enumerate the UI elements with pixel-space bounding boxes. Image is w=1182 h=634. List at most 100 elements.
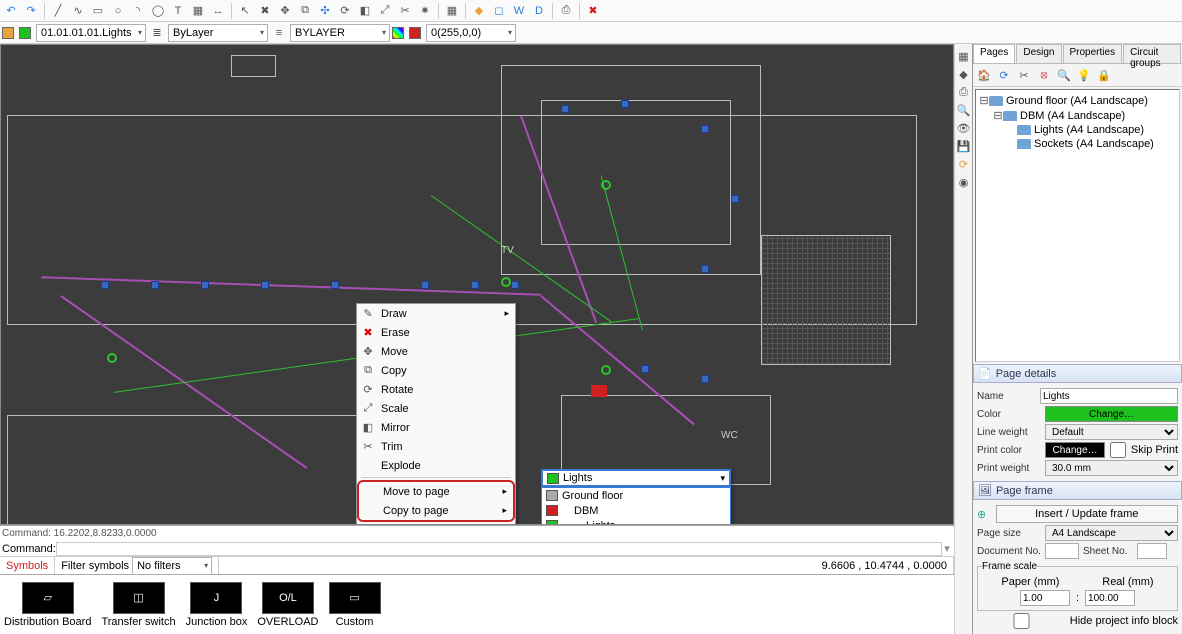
dock-eye-icon[interactable]: 👁 (956, 120, 972, 136)
page-tree[interactable]: ⊟Ground floor (A4 Landscape)⊟DBM (A4 Lan… (975, 89, 1180, 362)
pan-tool-icon[interactable]: ✣ (316, 2, 334, 20)
trim-tool-icon[interactable]: ✂ (396, 2, 414, 20)
page-option-dbm[interactable]: DBM (542, 503, 730, 518)
ctx-copy-to-page[interactable]: Copy to page▸ (359, 501, 513, 520)
ctx-rotate[interactable]: ⟳Rotate (357, 380, 515, 399)
linetype-combo[interactable]: ByLayer (168, 24, 268, 42)
tree-node[interactable]: Sockets (A4 Landscape) (979, 137, 1176, 151)
insert-frame-button[interactable]: Insert / Update frame (996, 505, 1178, 523)
ctx-copy[interactable]: ⧉Copy (357, 361, 515, 380)
dimension-tool-icon[interactable]: ↔ (209, 2, 227, 20)
print-color-button[interactable]: Change… (1045, 442, 1105, 458)
command-history: Command: 16.2202,8.8233,0.0000 (0, 526, 954, 541)
dock-zoom-icon[interactable]: 🔍 (956, 102, 972, 118)
ctx-explode[interactable]: Explode (357, 456, 515, 475)
page-select-combo[interactable]: Lights ▾ (541, 469, 731, 487)
filter-combo[interactable]: No filters (132, 557, 212, 575)
page-option-lights[interactable]: Lights (542, 518, 730, 525)
symbol-overload[interactable]: O/LOVERLOAD (257, 582, 318, 628)
tree-delete-icon[interactable]: ⦻ (1035, 66, 1053, 84)
dock-print-icon[interactable]: ⎙ (956, 84, 972, 100)
select-tool-icon[interactable]: ↖ (236, 2, 254, 20)
tree-find-icon[interactable]: 🔍 (1055, 66, 1073, 84)
symbol-junction-box[interactable]: JJunction box (186, 582, 248, 628)
copy-tool-icon[interactable]: ⧉ (296, 2, 314, 20)
tree-refresh-icon[interactable]: ⟳ (995, 66, 1013, 84)
skip-print-checkbox[interactable] (1109, 442, 1127, 458)
mirror-tool-icon[interactable]: ◧ (356, 2, 374, 20)
command-dropdown-icon[interactable]: ▾ (942, 542, 952, 555)
page-select-dropdown: Ground floorDBMLightsSockets (541, 487, 731, 525)
page-color-button[interactable]: Change… (1045, 406, 1178, 422)
tab-design[interactable]: Design (1016, 44, 1061, 63)
ctx-trim[interactable]: ✂Trim (357, 437, 515, 456)
line-tool-icon[interactable]: ╱ (49, 2, 67, 20)
color-picker-icon[interactable] (392, 27, 404, 39)
symbol-custom[interactable]: ▭Custom (329, 582, 381, 628)
scale-tool-icon[interactable]: ⤢ (376, 2, 394, 20)
lineweight-combo[interactable]: BYLAYER (290, 24, 390, 42)
print-weight-select[interactable]: 30.0 mm (1045, 460, 1178, 476)
viewport-w-icon[interactable]: W (510, 2, 528, 20)
text-tool-icon[interactable]: T (169, 2, 187, 20)
tree-node[interactable]: ⊟Ground floor (A4 Landscape) (979, 93, 1176, 108)
tree-bulb-icon[interactable]: 💡 (1075, 66, 1093, 84)
tab-properties[interactable]: Properties (1063, 44, 1123, 63)
doc-no-input[interactable] (1045, 543, 1079, 559)
symbols-tab[interactable]: Symbols (0, 557, 55, 574)
page-size-select[interactable]: A4 Landscape (1045, 525, 1178, 541)
linetype-icon[interactable]: ≣ (148, 24, 166, 42)
hide-info-checkbox[interactable] (977, 613, 1066, 629)
undo-icon[interactable]: ↶ (2, 2, 20, 20)
explode-tool-icon[interactable]: ✷ (416, 2, 434, 20)
tree-lock-icon[interactable]: 🔒 (1095, 66, 1113, 84)
redo-icon[interactable]: ↷ (22, 2, 40, 20)
move-tool-icon[interactable]: ✥ (276, 2, 294, 20)
erase-tool-icon[interactable]: ✖ (256, 2, 274, 20)
grid-icon[interactable]: ▦ (443, 2, 461, 20)
delete-icon[interactable]: ✖ (584, 2, 602, 20)
line-weight-select[interactable]: Default (1045, 424, 1178, 440)
layer-combo[interactable]: 01.01.01.01.Lights (36, 24, 146, 42)
hatch-tool-icon[interactable]: ▦ (189, 2, 207, 20)
ctx-erase[interactable]: ✖Erase (357, 323, 515, 342)
tree-cut-icon[interactable]: ✂ (1015, 66, 1033, 84)
layer-icon[interactable]: ◆ (470, 2, 488, 20)
symbol-distribution-board[interactable]: ▱Distribution Board (4, 582, 91, 628)
lineweight-icon[interactable]: ≡ (270, 24, 288, 42)
rect-tool-icon[interactable]: ▭ (89, 2, 107, 20)
tree-node[interactable]: ⊟DBM (A4 Landscape) (979, 108, 1176, 123)
dock-plan-icon[interactable]: ▦ (956, 48, 972, 64)
rotate-tool-icon[interactable]: ⟳ (336, 2, 354, 20)
tree-node[interactable]: Lights (A4 Landscape) (979, 123, 1176, 137)
page-name-input[interactable] (1040, 388, 1178, 404)
color-combo[interactable]: 0(255,0,0) (426, 24, 516, 42)
paper-scale-input[interactable] (1020, 590, 1070, 606)
dock-visibility-icon[interactable]: ◉ (956, 174, 972, 190)
sheet-no-input[interactable] (1137, 543, 1167, 559)
dock-layers-icon[interactable]: ◆ (956, 66, 972, 82)
arc-tool-icon[interactable]: ◝ (129, 2, 147, 20)
viewport-d-icon[interactable]: D (530, 2, 548, 20)
dock-save-icon[interactable]: 💾 (956, 138, 972, 154)
tab-circuit-groups[interactable]: Circuit groups (1123, 44, 1181, 63)
print-icon[interactable]: ⎙ (557, 2, 575, 20)
ellipse-tool-icon[interactable]: ◯ (149, 2, 167, 20)
ctx-move-to-page[interactable]: Move to page▸ (359, 482, 513, 501)
tree-root-icon[interactable]: 🏠 (975, 66, 993, 84)
circle-tool-icon[interactable]: ○ (109, 2, 127, 20)
page-option-ground-floor[interactable]: Ground floor (542, 488, 730, 503)
ctx-move[interactable]: ✥Move (357, 342, 515, 361)
dock-refresh-icon[interactable]: ⟳ (956, 156, 972, 172)
tab-pages[interactable]: Pages (973, 44, 1015, 63)
coords-readout: 9.6606 , 10.4744 , 0.0000 (816, 557, 954, 574)
drawing-canvas[interactable]: TV WC ✎Draw▸✖Erase✥Move⧉Copy⟳Rotate⤢Scal… (0, 44, 954, 525)
command-input[interactable] (56, 542, 942, 556)
viewport-a-icon[interactable]: ◻ (490, 2, 508, 20)
ctx-draw[interactable]: ✎Draw▸ (357, 304, 515, 323)
ctx-mirror[interactable]: ◧Mirror (357, 418, 515, 437)
symbol-transfer-switch[interactable]: ◫Transfer switch (101, 582, 175, 628)
ctx-scale[interactable]: ⤢Scale (357, 399, 515, 418)
polyline-tool-icon[interactable]: ∿ (69, 2, 87, 20)
real-scale-input[interactable] (1085, 590, 1135, 606)
